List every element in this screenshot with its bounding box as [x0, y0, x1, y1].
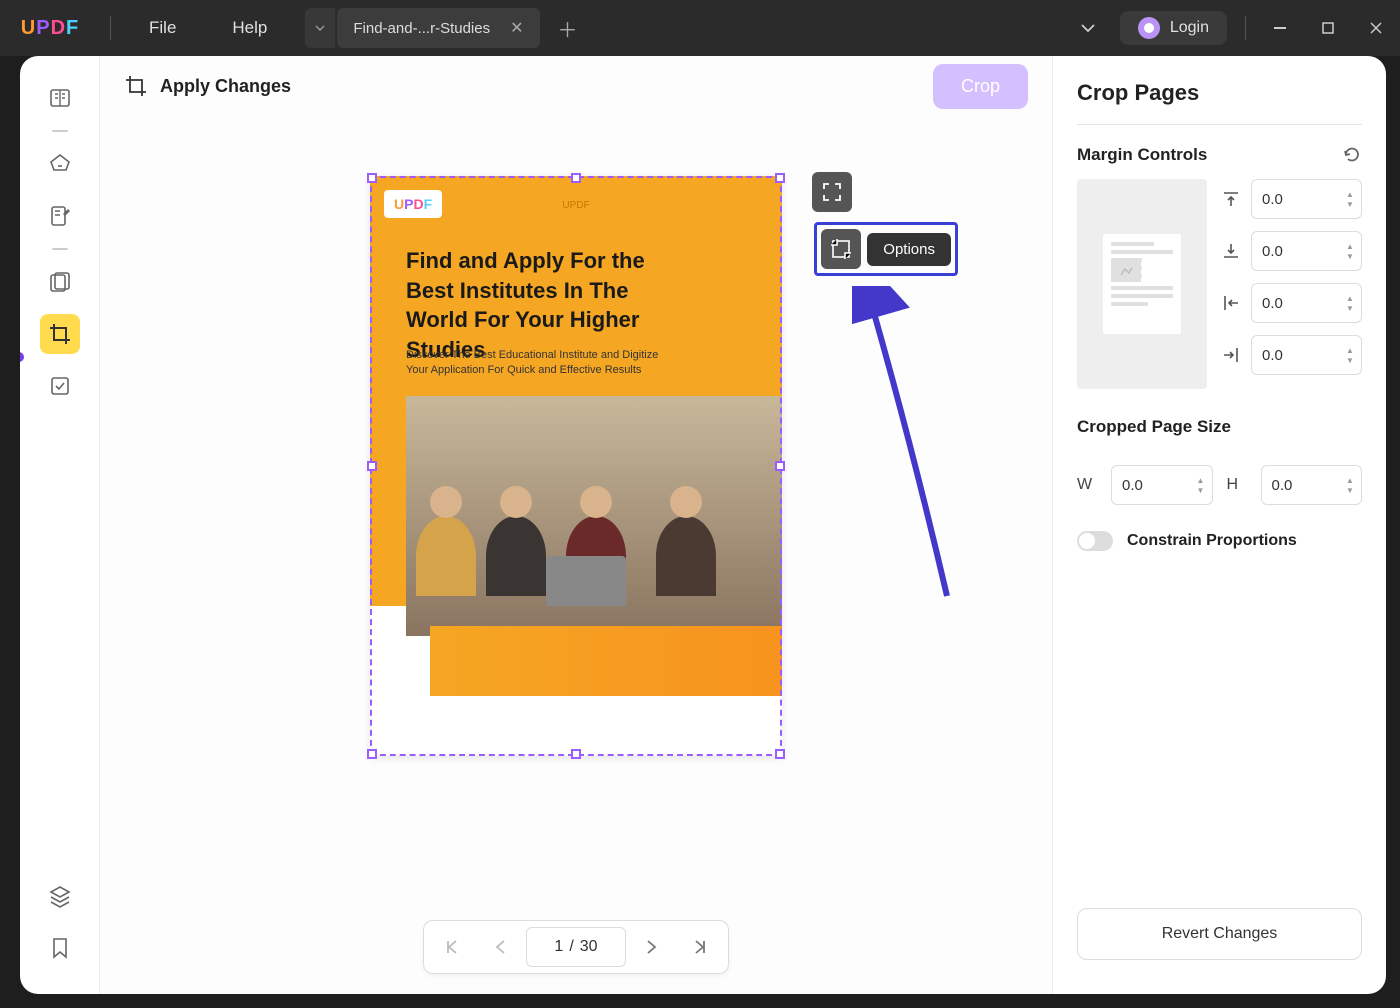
page-photo [406, 396, 782, 636]
constrain-toggle[interactable] [1077, 531, 1113, 551]
login-button[interactable]: Login [1120, 11, 1227, 45]
page-wrap: UPDF UPDF Find and Apply For the Best In… [370, 176, 782, 756]
spin-down-icon[interactable]: ▼ [1343, 355, 1357, 365]
crop-apply-icon [124, 74, 148, 98]
tab-area: Find-and-...r-Studies ✕ ＋ [305, 8, 587, 48]
document-tab[interactable]: Find-and-...r-Studies ✕ [337, 8, 539, 48]
page-subtitle-text: Discover The Best Educational Institute … [406, 348, 672, 379]
page-separator: / [569, 938, 573, 956]
spin-down-icon[interactable]: ▼ [1343, 303, 1357, 313]
spin-down-icon[interactable]: ▼ [1343, 251, 1357, 261]
width-label: W [1077, 476, 1097, 494]
margin-top-input[interactable]: 0.0▲▼ [1251, 179, 1362, 219]
divider [1245, 16, 1246, 40]
canvas-topbar: Apply Changes Crop [100, 56, 1052, 116]
crop-tool-icon[interactable] [40, 314, 80, 354]
page-accent-bar [430, 626, 782, 696]
spin-up-icon[interactable]: ▲ [1194, 475, 1208, 485]
margin-bottom-icon [1221, 241, 1243, 261]
apply-changes-label: Apply Changes [160, 76, 291, 97]
crop-handle[interactable] [367, 749, 377, 759]
active-indicator [20, 352, 24, 362]
comment-tool-icon[interactable] [40, 144, 80, 184]
document-page[interactable]: UPDF UPDF Find and Apply For the Best In… [370, 176, 782, 756]
login-label: Login [1170, 19, 1209, 37]
app-logo: UPDF [0, 17, 100, 40]
menu-file[interactable]: File [121, 18, 204, 38]
close-button[interactable] [1352, 8, 1400, 48]
height-label: H [1227, 476, 1247, 494]
recent-dropdown-icon[interactable] [1064, 8, 1112, 48]
floating-tools [812, 172, 852, 212]
crop-handle[interactable] [775, 749, 785, 759]
bookmark-icon[interactable] [40, 928, 80, 968]
right-panel: Crop Pages Margin Controls [1052, 56, 1386, 994]
tab-label: Find-and-...r-Studies [353, 20, 490, 37]
annotation-arrow [852, 286, 972, 606]
reset-margins-icon[interactable] [1342, 145, 1362, 165]
margin-left-input[interactable]: 0.0▲▼ [1251, 283, 1362, 323]
fullscreen-icon[interactable] [812, 172, 852, 212]
organize-tool-icon[interactable] [40, 262, 80, 302]
left-sidebar [20, 56, 100, 994]
margin-right-input[interactable]: 0.0▲▼ [1251, 335, 1362, 375]
spin-up-icon[interactable]: ▲ [1343, 475, 1357, 485]
margin-left-icon [1221, 293, 1243, 313]
page-brand-text: UPDF [562, 200, 589, 211]
crop-options-icon[interactable] [821, 229, 861, 269]
menu-help[interactable]: Help [204, 18, 295, 38]
spin-up-icon[interactable]: ▲ [1343, 189, 1357, 199]
tools-icon[interactable] [40, 366, 80, 406]
spin-up-icon[interactable]: ▲ [1343, 241, 1357, 251]
separator [52, 130, 68, 132]
page-navigator: 1 / 30 [423, 920, 729, 974]
avatar-icon [1138, 17, 1160, 39]
margin-right-icon [1221, 345, 1243, 365]
width-input[interactable]: 0.0▲▼ [1111, 465, 1213, 505]
spin-down-icon[interactable]: ▼ [1343, 199, 1357, 209]
margin-bottom-input[interactable]: 0.0▲▼ [1251, 231, 1362, 271]
spin-down-icon[interactable]: ▼ [1194, 485, 1208, 495]
prev-page-icon[interactable] [478, 927, 522, 967]
canvas-area: Apply Changes Crop UPDF UPDF Find and Ap… [100, 56, 1052, 994]
edit-tool-icon[interactable] [40, 196, 80, 236]
constrain-label: Constrain Proportions [1127, 532, 1297, 550]
titlebar: UPDF File Help Find-and-...r-Studies ✕ ＋… [0, 0, 1400, 56]
canvas-center: UPDF UPDF Find and Apply For the Best In… [100, 116, 1052, 994]
options-highlight: Options [814, 222, 958, 276]
revert-button[interactable]: Revert Changes [1077, 908, 1362, 960]
next-page-icon[interactable] [630, 927, 674, 967]
margin-preview [1077, 179, 1207, 389]
separator [52, 248, 68, 250]
height-input[interactable]: 0.0▲▼ [1261, 465, 1363, 505]
close-icon[interactable]: ✕ [510, 18, 523, 38]
margin-top-icon [1221, 189, 1243, 209]
options-tooltip: Options [867, 233, 951, 266]
spin-up-icon[interactable]: ▲ [1343, 293, 1357, 303]
reader-tool-icon[interactable] [40, 78, 80, 118]
layers-icon[interactable] [40, 876, 80, 916]
tab-dropdown-icon[interactable] [305, 8, 335, 48]
page-input[interactable]: 1 / 30 [526, 927, 626, 967]
app-body: Apply Changes Crop UPDF UPDF Find and Ap… [20, 56, 1386, 994]
new-tab-button[interactable]: ＋ [548, 8, 588, 48]
spin-up-icon[interactable]: ▲ [1343, 345, 1357, 355]
divider [110, 16, 111, 40]
panel-title: Crop Pages [1077, 80, 1362, 125]
last-page-icon[interactable] [678, 927, 722, 967]
cropped-size-title: Cropped Page Size [1077, 417, 1231, 437]
spin-down-icon[interactable]: ▼ [1343, 485, 1357, 495]
margin-controls-title: Margin Controls [1077, 145, 1207, 165]
crop-handle[interactable] [571, 749, 581, 759]
page-logo: UPDF [384, 190, 442, 218]
page-title-text: Find and Apply For the Best Institutes I… [406, 246, 692, 365]
minimize-button[interactable] [1256, 8, 1304, 48]
total-pages: 30 [580, 938, 598, 956]
maximize-button[interactable] [1304, 8, 1352, 48]
first-page-icon[interactable] [430, 927, 474, 967]
current-page: 1 [554, 938, 563, 956]
crop-button[interactable]: Crop [933, 64, 1028, 109]
